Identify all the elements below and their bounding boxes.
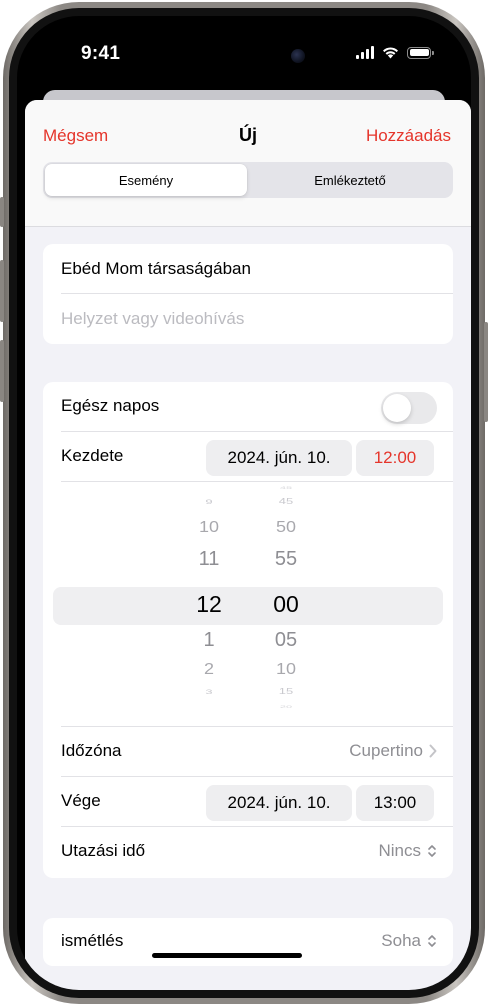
- picker-selection-band: [53, 587, 443, 625]
- divider: [61, 826, 453, 827]
- minute-option: 15: [278, 687, 294, 696]
- end-date-button[interactable]: 2024. jún. 10.: [206, 785, 352, 821]
- end-time-button[interactable]: 13:00: [356, 785, 434, 821]
- hour-column[interactable]: 9 10 11 12 1 2 3: [179, 482, 239, 714]
- timing-card: Egész napos Kezdete 2024. jún. 10. 12:00…: [43, 382, 453, 878]
- travel-time-value[interactable]: Nincs: [378, 841, 437, 861]
- repeat-card: ismétlés Soha: [43, 918, 453, 966]
- new-event-sheet: Mégsem Új Hozzáadás Esemény Emlékeztető …: [25, 100, 471, 990]
- all-day-row: Egész napos: [43, 383, 453, 431]
- end-row: Vége 2024. jún. 10. 13:00: [43, 778, 453, 826]
- cellular-signal-icon: [356, 46, 374, 59]
- title-row: [43, 245, 453, 293]
- minute-option-selected: 00: [273, 591, 299, 617]
- repeat-row[interactable]: ismétlés Soha: [43, 918, 453, 966]
- hour-option: 11: [198, 548, 220, 570]
- all-day-toggle[interactable]: [381, 392, 437, 424]
- divider: [61, 431, 453, 432]
- action-button: [0, 197, 4, 227]
- segment-event[interactable]: Esemény: [45, 164, 247, 196]
- repeat-label: ismétlés: [61, 931, 124, 950]
- nav-bar: Mégsem Új Hozzáadás Esemény Emlékeztető: [25, 100, 471, 227]
- location-input[interactable]: [61, 295, 441, 343]
- chevron-up-down-icon: [428, 845, 436, 857]
- minute-option: 45: [279, 485, 293, 491]
- title-input[interactable]: [61, 245, 441, 293]
- minute-option: 50: [275, 518, 297, 536]
- time-picker[interactable]: 9 10 11 12 1 2 3 45 45 50 55 00 05 10 15: [43, 482, 453, 714]
- timezone-value[interactable]: Cupertino: [349, 741, 437, 761]
- timezone-row[interactable]: Időzóna Cupertino: [43, 728, 453, 776]
- divider: [61, 776, 453, 777]
- travel-time-value-text: Nincs: [378, 841, 421, 860]
- hour-option: 1: [203, 629, 215, 651]
- hour-option: 3: [205, 687, 213, 696]
- status-time: 9:41: [81, 43, 121, 64]
- chevron-right-icon: [429, 744, 437, 758]
- home-indicator[interactable]: [152, 953, 302, 958]
- hour-option-selected: 12: [196, 591, 222, 617]
- minute-option: 20: [279, 704, 293, 710]
- battery-icon: [407, 46, 434, 59]
- status-bar: 9:41: [17, 16, 471, 86]
- repeat-value[interactable]: Soha: [381, 931, 437, 951]
- hour-option: 10: [198, 518, 220, 536]
- start-date-button[interactable]: 2024. jún. 10.: [206, 440, 352, 476]
- all-day-label: Egész napos: [61, 396, 160, 415]
- hour-option: 9: [205, 497, 213, 506]
- minute-option: 55: [274, 548, 298, 570]
- wifi-icon: [383, 47, 398, 59]
- chevron-up-down-icon: [428, 935, 436, 947]
- details-card: [43, 244, 453, 344]
- screen: 9:41 Mégsem Új Hozzáadás Esemény Emlékez…: [17, 16, 471, 990]
- power-button: [484, 322, 488, 422]
- add-button[interactable]: Hozzáadás: [366, 126, 451, 146]
- volume-down-button: [0, 340, 4, 402]
- hour-option: 2: [203, 660, 214, 678]
- minute-option: 05: [274, 629, 298, 651]
- timezone-label: Időzóna: [61, 741, 122, 760]
- divider: [61, 293, 453, 294]
- start-time-button[interactable]: 12:00: [356, 440, 434, 476]
- minute-option: 10: [275, 660, 297, 678]
- event-type-segmented-control: Esemény Emlékeztető: [43, 162, 453, 198]
- location-row: [43, 295, 453, 343]
- segment-reminder[interactable]: Emlékeztető: [249, 164, 451, 196]
- start-label: Kezdete: [61, 446, 124, 465]
- minute-column[interactable]: 45 45 50 55 00 05 10 15 20: [256, 482, 316, 714]
- end-label: Vége: [61, 791, 101, 810]
- camera-icon: [291, 49, 305, 63]
- volume-up-button: [0, 260, 4, 322]
- status-icons: [356, 46, 434, 59]
- timezone-value-text: Cupertino: [349, 741, 423, 760]
- travel-time-label: Utazási idő: [61, 841, 146, 860]
- travel-time-row[interactable]: Utazási idő Nincs: [43, 828, 453, 876]
- minute-option: 45: [278, 497, 294, 506]
- start-row: Kezdete 2024. jún. 10. 12:00: [43, 433, 453, 481]
- repeat-value-text: Soha: [381, 931, 421, 950]
- toggle-knob: [383, 394, 411, 422]
- divider: [61, 726, 453, 727]
